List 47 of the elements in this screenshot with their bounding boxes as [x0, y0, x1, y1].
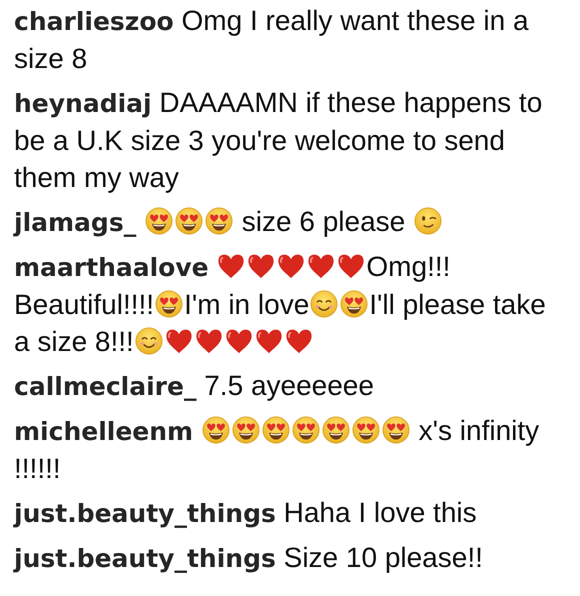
heart-eyes-icon	[322, 416, 350, 444]
username-link[interactable]: jlamags_	[14, 208, 136, 237]
heart-icon	[284, 327, 314, 354]
heart-eyes-icon	[155, 290, 184, 318]
username-link[interactable]: maarthaalove	[14, 253, 209, 282]
heart-eyes-icon	[145, 207, 173, 235]
username-link[interactable]: michelleenm	[14, 417, 194, 446]
smile-icon	[134, 327, 163, 355]
heart-eyes-icon	[232, 416, 260, 444]
heart-eyes-icon	[382, 416, 410, 444]
heart-icon	[164, 327, 194, 354]
comment-text: 7.5 ayeeeeee	[204, 370, 374, 401]
username-link[interactable]: just.beauty_things	[14, 499, 276, 528]
heart-eyes-icon	[205, 207, 233, 235]
comment-text: Size 10 please!!	[284, 542, 483, 573]
comment-text: Omg!!!	[366, 251, 450, 282]
heart-eyes-icon	[340, 290, 368, 318]
heart-icon	[216, 252, 246, 279]
wink-icon	[414, 207, 442, 235]
heart-eyes-icon	[262, 416, 290, 444]
comment-text: x's infinity	[418, 415, 540, 446]
heart-eyes-icon	[352, 416, 380, 444]
username-link[interactable]: charlieszoo	[14, 7, 174, 36]
smile-icon	[310, 290, 338, 318]
heart-eyes-icon	[202, 416, 230, 444]
comment-text: Haha I love this	[284, 497, 477, 528]
username-link[interactable]: callmeclaire_	[14, 372, 196, 401]
heart-icon	[276, 252, 306, 279]
comment-text: DAAAAMN if these happens to	[159, 87, 542, 118]
comment-text: Omg I really want these in a	[181, 5, 529, 36]
heart-icon	[194, 327, 224, 354]
heart-icon	[254, 327, 284, 354]
comment-text: size 8	[14, 43, 88, 74]
heart-eyes-icon	[175, 207, 203, 235]
heart-icon	[246, 252, 276, 279]
username-link[interactable]: heynadiaj	[14, 89, 152, 118]
heart-eyes-icon	[292, 416, 320, 444]
heart-icon	[336, 252, 366, 279]
comment-text: !!!!!!	[14, 453, 61, 484]
heart-icon	[224, 327, 254, 354]
heart-icon	[306, 252, 336, 279]
username-link[interactable]: just.beauty_things	[14, 544, 276, 573]
comment-text: size 6 please	[240, 206, 406, 237]
comment-text: Beautiful!!!!	[14, 289, 154, 320]
comment-text: I'll please take	[369, 289, 546, 320]
comment-text: a size 8!!!	[14, 326, 134, 357]
comment-text: I'm in love	[184, 289, 310, 320]
